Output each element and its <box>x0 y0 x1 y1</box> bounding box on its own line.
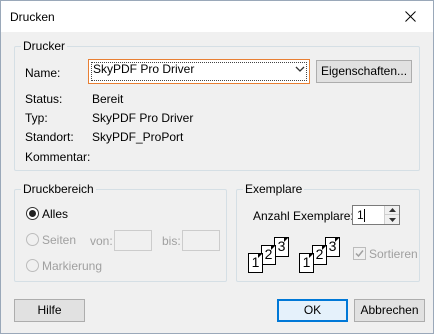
collate-label[interactable]: Sortieren <box>369 247 418 261</box>
page-1-icon: 1 <box>299 253 314 273</box>
to-label: bis: <box>162 234 181 248</box>
copies-count-value: 1 <box>357 208 364 222</box>
copies-count-spinner[interactable]: 1 <box>352 205 400 225</box>
type-label: Typ: <box>25 111 48 125</box>
ok-button[interactable]: OK <box>277 299 348 322</box>
radio-pages[interactable] <box>26 233 39 246</box>
page-3-icon: 3 <box>274 237 289 257</box>
printer-name-select[interactable]: SkyPDF Pro Driver <box>88 59 310 84</box>
type-value: SkyPDF Pro Driver <box>92 111 194 125</box>
collate-illustration-1: 3 2 1 <box>248 237 296 277</box>
spin-down-button[interactable] <box>385 215 399 224</box>
spinner-buttons <box>384 206 399 224</box>
text-caret <box>364 209 365 222</box>
copies-count-label: Anzahl Exemplare: <box>253 209 354 223</box>
to-input[interactable] <box>182 230 220 251</box>
page-2-icon: 2 <box>261 245 276 265</box>
close-icon <box>404 11 416 22</box>
title-bar: Drucken <box>1 1 433 32</box>
radio-all-label[interactable]: Alles <box>42 207 68 221</box>
radio-selection-label[interactable]: Markierung <box>42 259 102 273</box>
radio-pages-label[interactable]: Seiten <box>42 233 76 247</box>
properties-button[interactable]: Eigenschaften... <box>316 60 412 83</box>
comment-label: Kommentar: <box>25 150 91 164</box>
close-button[interactable] <box>387 1 433 32</box>
from-input[interactable] <box>114 230 152 251</box>
status-label: Status: <box>25 92 63 106</box>
printer-group-legend: Drucker <box>21 39 68 53</box>
page-2-icon: 2 <box>312 245 327 265</box>
radio-all[interactable] <box>26 207 39 220</box>
checkmark-icon <box>355 250 364 258</box>
help-button[interactable]: Hilfe <box>14 299 85 322</box>
chevron-down-icon <box>295 66 305 72</box>
print-dialog: Drucken Drucker Name: SkyPDF Pro Driver … <box>0 0 434 334</box>
radio-selected-dot <box>29 210 36 217</box>
window-title: Drucken <box>10 10 55 24</box>
arrow-up-icon <box>388 208 396 212</box>
printer-name-value: SkyPDF Pro Driver <box>93 62 195 76</box>
radio-selection[interactable] <box>26 259 39 272</box>
from-label: von: <box>90 234 113 248</box>
page-1-icon: 1 <box>248 253 263 273</box>
cancel-button[interactable]: Abbrechen <box>354 299 425 322</box>
print-range-legend: Druckbereich <box>21 182 96 196</box>
location-value: SkyPDF_ProPort <box>92 130 184 144</box>
copies-legend: Exemplare <box>243 182 305 196</box>
location-label: Standort: <box>25 130 74 144</box>
status-value: Bereit <box>92 92 124 106</box>
name-label: Name: <box>25 66 61 80</box>
arrow-down-icon <box>388 217 396 222</box>
collate-illustration-2: 3 2 1 <box>299 237 347 277</box>
page-3-icon: 3 <box>325 237 340 257</box>
collate-checkbox[interactable] <box>353 247 366 260</box>
spin-up-button[interactable] <box>385 206 399 215</box>
